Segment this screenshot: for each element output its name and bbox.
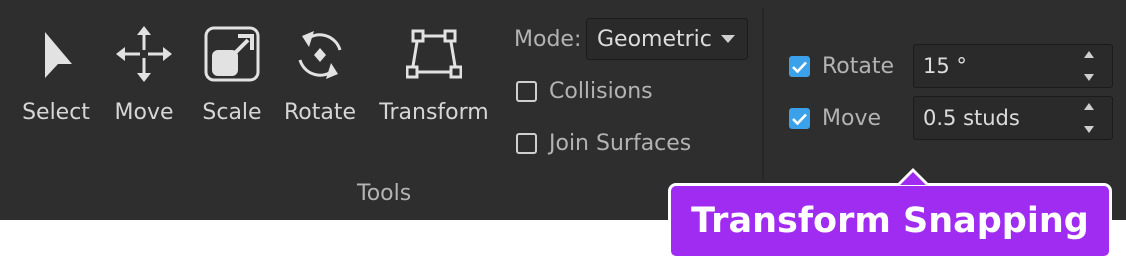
collisions-checkbox[interactable]	[516, 81, 537, 102]
rotate-snap-checkbox[interactable]	[789, 56, 810, 77]
increment-icon[interactable]	[1084, 51, 1094, 58]
mode-label: Mode:	[514, 27, 582, 52]
rotate-snap-label: Rotate	[822, 54, 895, 79]
join-surfaces-checkbox-row[interactable]: Join Surfaces	[516, 131, 691, 156]
chevron-down-icon	[721, 35, 735, 43]
join-surfaces-label: Join Surfaces	[549, 131, 692, 156]
mode-dropdown[interactable]: Geometric	[586, 18, 748, 60]
increment-icon[interactable]	[1084, 103, 1094, 110]
decrement-icon[interactable]	[1084, 126, 1094, 133]
cursor-arrow-icon	[28, 24, 84, 84]
rotate-tool-button[interactable]: Rotate	[282, 24, 358, 144]
move-snap-stepper[interactable]	[1080, 103, 1098, 133]
rotate-snap-value: 15 °	[923, 54, 967, 78]
rotate-snap-stepper[interactable]	[1080, 51, 1098, 81]
move-snap-checkbox-row[interactable]: Move	[789, 106, 881, 131]
section-divider	[762, 8, 764, 180]
rotate-icon	[292, 24, 348, 84]
transform-tool-button[interactable]: Transform	[376, 24, 492, 144]
select-tool-button[interactable]: Select	[18, 24, 94, 144]
join-surfaces-checkbox[interactable]	[516, 133, 537, 154]
move-snap-checkbox[interactable]	[789, 108, 810, 129]
rotate-snap-input[interactable]: 15 °	[913, 44, 1113, 88]
check-icon	[792, 61, 807, 73]
callout-pointer-fill	[900, 172, 926, 185]
rotate-tool-label: Rotate	[283, 100, 357, 125]
scale-tool-label: Scale	[202, 100, 262, 125]
move-snap-label: Move	[822, 106, 881, 131]
move-tool-label: Move	[114, 100, 174, 125]
transform-tool-label: Transform	[379, 100, 489, 125]
collisions-checkbox-row[interactable]: Collisions	[516, 79, 653, 104]
check-icon	[792, 113, 807, 125]
move-arrows-icon	[116, 24, 172, 84]
callout-text: Transform Snapping	[691, 201, 1089, 241]
move-tool-button[interactable]: Move	[106, 24, 182, 144]
move-snap-value: 0.5 studs	[923, 106, 1020, 130]
rotate-snap-checkbox-row[interactable]: Rotate	[789, 54, 894, 79]
tools-group-label: Tools	[357, 181, 412, 206]
scale-icon	[204, 24, 260, 84]
collisions-label: Collisions	[549, 79, 653, 104]
transform-icon	[406, 24, 462, 84]
transform-snapping-callout: Transform Snapping	[668, 183, 1112, 259]
scale-tool-button[interactable]: Scale	[194, 24, 270, 144]
select-tool-label: Select	[22, 100, 90, 125]
decrement-icon[interactable]	[1084, 74, 1094, 81]
move-snap-input[interactable]: 0.5 studs	[913, 96, 1113, 140]
mode-dropdown-value: Geometric	[597, 26, 712, 52]
